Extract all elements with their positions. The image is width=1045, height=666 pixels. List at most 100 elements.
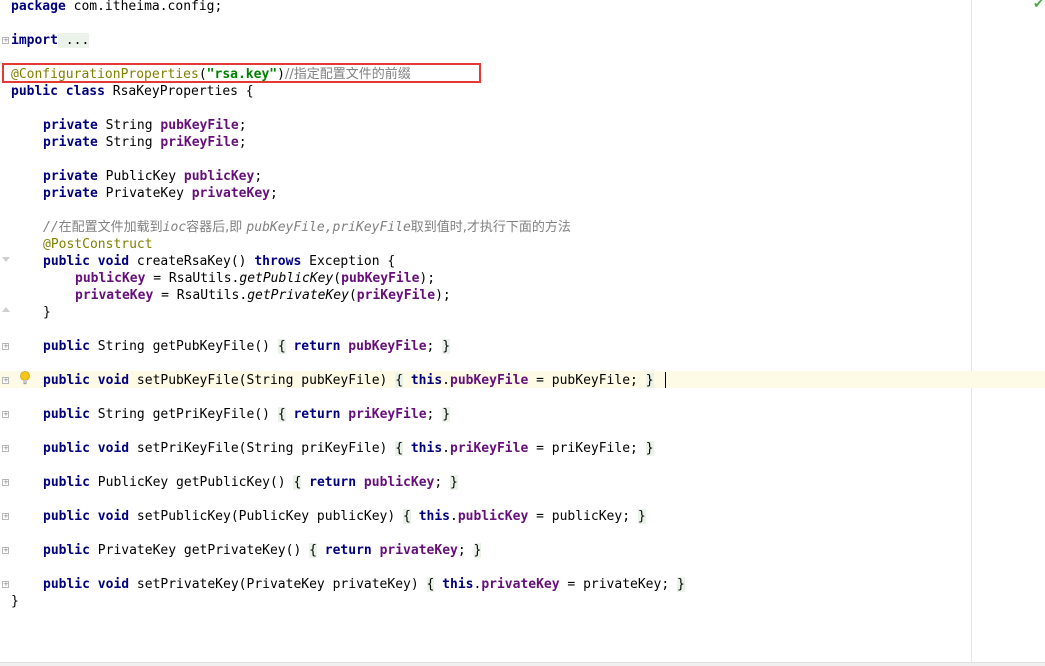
assignment: = RsaUtils. <box>153 288 248 303</box>
fold-expand-icon[interactable]: + <box>2 479 9 486</box>
field-name: priKeyFile <box>348 407 427 422</box>
folded-brace[interactable]: { <box>277 407 286 422</box>
keyword: this <box>442 577 474 592</box>
folded-brace[interactable]: { <box>395 441 404 456</box>
code-line-package[interactable]: package com.itheima.config; <box>11 0 222 15</box>
fold-expand-icon[interactable]: + <box>2 581 9 588</box>
comment-text: pubKeyFile,priKeyFile <box>246 220 411 235</box>
code-line-getter[interactable]: public PrivateKey getPrivateKey() { retu… <box>43 542 482 559</box>
check-icon[interactable]: ✔ <box>1033 0 1044 12</box>
field-name: privateKey <box>75 288 154 303</box>
field-name: pubKeyFile <box>341 271 420 286</box>
code-line-field[interactable]: private PrivateKey privateKey; <box>43 185 278 202</box>
fold-end-icon[interactable] <box>2 307 10 312</box>
field-name: priKeyFile <box>160 135 239 150</box>
keyword: public void <box>43 441 130 456</box>
method-signature: setPubKeyFile(String pubKeyFile) <box>129 373 396 388</box>
method-signature: PublicKey getPublicKey() <box>89 475 294 490</box>
keyword: public void <box>43 509 130 524</box>
code-line-method-create[interactable]: public void createRsaKey() throws Except… <box>43 253 395 270</box>
keyword: private <box>43 118 98 133</box>
comment-text: 取到值时,才执行下面的方法 <box>410 220 571 235</box>
method-signature: PrivateKey getPrivateKey() <box>89 543 310 558</box>
fold-expand-icon[interactable]: + <box>2 343 9 350</box>
package-name: com.itheima.config; <box>65 0 223 14</box>
field-name: pubKeyFile <box>160 118 239 133</box>
folded-brace[interactable]: } <box>473 543 482 558</box>
keyword: public void <box>43 577 130 592</box>
assignment: = privateKey; <box>559 577 670 592</box>
folded-brace[interactable]: { <box>395 373 404 388</box>
code-line-post-construct[interactable]: @PostConstruct <box>43 236 153 253</box>
code-line-import[interactable]: import ... <box>11 32 90 49</box>
paren: ( <box>348 288 357 303</box>
field-name: priKeyFile <box>356 288 436 303</box>
folded-brace[interactable]: } <box>450 475 458 490</box>
keyword: return <box>293 339 341 354</box>
folded-brace[interactable]: { <box>277 339 286 354</box>
dot: . <box>450 509 458 524</box>
code-line-class[interactable]: public class RsaKeyProperties { <box>11 83 254 100</box>
fold-collapse-icon[interactable] <box>2 257 10 262</box>
fold-expand-icon[interactable]: + <box>2 445 9 452</box>
field-name: pubKeyFile <box>348 339 427 354</box>
keyword: this <box>418 509 450 524</box>
code-line-body[interactable]: publicKey = RsaUtils.getPublicKey(pubKey… <box>75 270 435 287</box>
code-line-getter[interactable]: public PublicKey getPublicKey() { return… <box>43 474 458 491</box>
code-line-getter[interactable]: public String getPubKeyFile() { return p… <box>43 338 451 355</box>
fold-expand-icon[interactable]: + <box>2 411 9 418</box>
code-line-close[interactable]: } <box>43 304 51 321</box>
semicolon: ; <box>238 135 247 150</box>
folded-brace[interactable]: { <box>403 509 411 524</box>
field-name: publicKey <box>183 169 255 184</box>
keyword: private <box>43 186 98 201</box>
paren: ); <box>435 288 451 303</box>
assignment: = RsaUtils. <box>145 271 240 286</box>
keyword: public <box>43 475 90 490</box>
keyword: import <box>11 33 58 48</box>
code-line-setter[interactable]: public void setPrivateKey(PrivateKey pri… <box>43 576 685 593</box>
folded-brace[interactable]: } <box>442 339 451 354</box>
code-line-field[interactable]: private PublicKey publicKey; <box>43 168 262 185</box>
error-stripe[interactable] <box>1030 0 1045 662</box>
folded-brace[interactable]: } <box>645 441 654 456</box>
fold-expand-icon[interactable]: + <box>2 547 9 554</box>
keyword: public <box>43 407 90 422</box>
keyword: public <box>43 339 90 354</box>
code-line-getter[interactable]: public String getPriKeyFile() { return p… <box>43 406 451 423</box>
type: PrivateKey <box>97 186 192 201</box>
highlight-box <box>2 63 481 83</box>
assignment: = pubKeyFile; <box>528 373 638 388</box>
semicolon: ; <box>270 186 278 201</box>
code-line-setter[interactable]: public void setPriKeyFile(String priKeyF… <box>43 440 654 457</box>
method-signature: setPublicKey(PublicKey publicKey) <box>129 509 404 524</box>
code-line-setter[interactable]: public void setPublicKey(PublicKey publi… <box>43 508 646 525</box>
code-line-body[interactable]: privateKey = RsaUtils.getPrivateKey(priK… <box>75 287 451 304</box>
fold-expand-icon[interactable]: + <box>2 377 9 384</box>
fold-expand-icon[interactable]: + <box>2 37 9 44</box>
code-line-setter[interactable]: public void setPubKeyFile(String pubKeyF… <box>43 372 654 389</box>
folded-brace[interactable]: } <box>442 407 451 422</box>
folded-brace[interactable]: { <box>309 543 317 558</box>
code-line-class-close[interactable]: } <box>11 593 19 610</box>
code-line-field[interactable]: private String priKeyFile; <box>43 134 247 151</box>
folded-imports[interactable]: ... <box>57 33 90 48</box>
folded-brace[interactable]: } <box>637 509 646 524</box>
keyword: public class <box>11 84 105 99</box>
static-call: getPublicKey <box>239 271 334 286</box>
fold-expand-icon[interactable]: + <box>2 513 9 520</box>
keyword: this <box>410 373 443 388</box>
keyword: return <box>293 407 341 422</box>
folded-brace[interactable]: } <box>677 577 685 592</box>
code-line-comment[interactable]: //在配置文件加载到ioc容器后,即 pubKeyFile,priKeyFile… <box>43 219 571 236</box>
folded-brace[interactable]: } <box>645 373 654 388</box>
code-line-field[interactable]: private String pubKeyFile; <box>43 117 247 134</box>
code-editor[interactable]: ✔ + + + + + + + + + package com.itheima.… <box>0 0 1045 666</box>
horizontal-scrollbar[interactable] <box>0 662 1045 666</box>
lightbulb-icon[interactable] <box>19 371 31 385</box>
static-call: getPrivateKey <box>247 288 349 303</box>
field-name: priKeyFile <box>450 441 529 456</box>
